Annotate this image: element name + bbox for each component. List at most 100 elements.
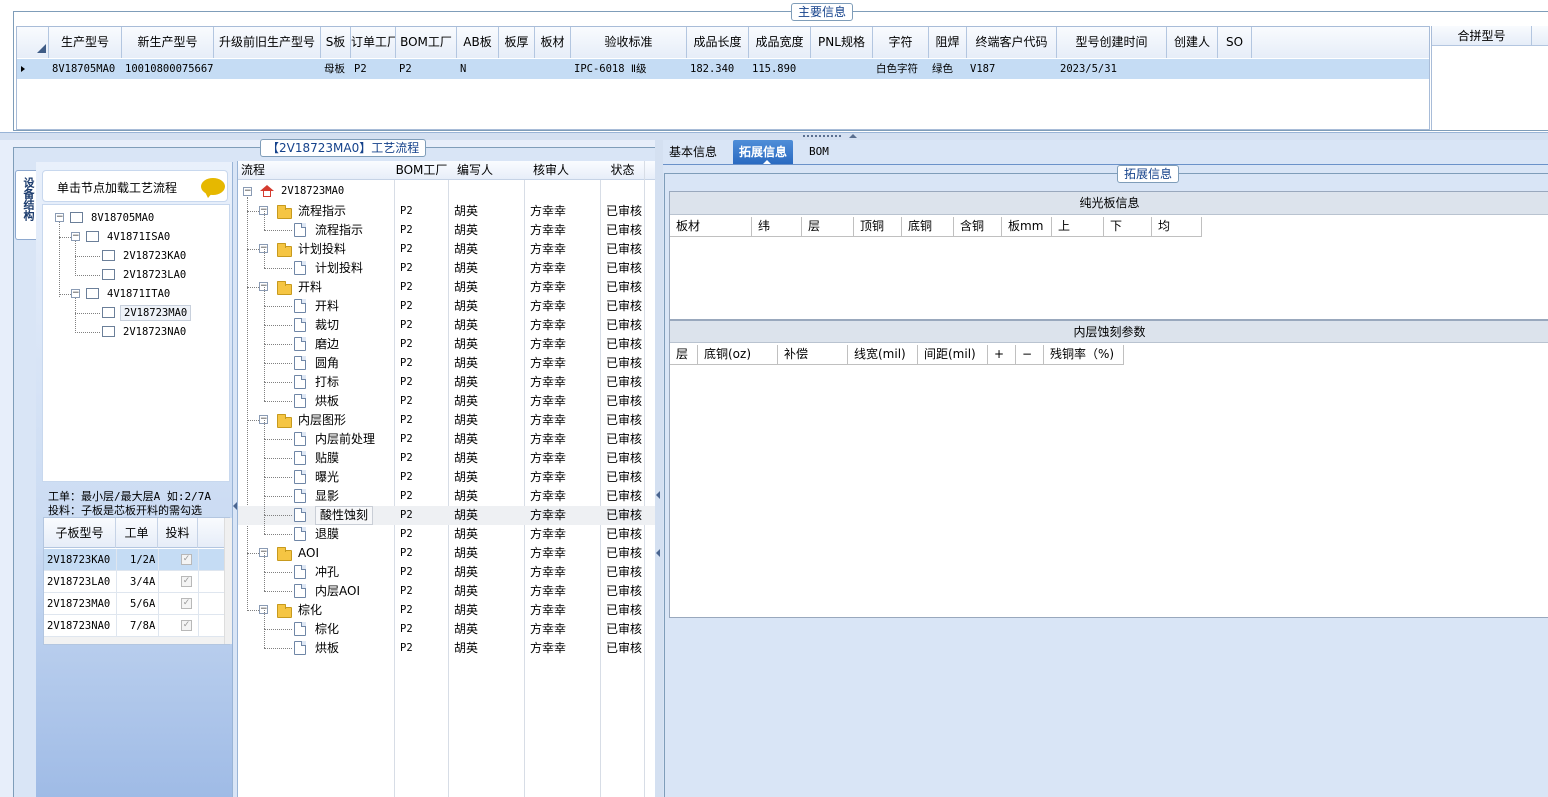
- flow-step-name[interactable]: 内层图形: [298, 411, 346, 430]
- sub-board-model[interactable]: 2V18723NA0: [47, 615, 110, 637]
- flow-step-name[interactable]: 流程指示: [315, 221, 363, 240]
- column-header[interactable]: 订单工厂: [351, 27, 396, 58]
- status[interactable]: 已审核: [606, 506, 642, 525]
- bom-factory[interactable]: P2: [400, 487, 413, 506]
- flow-row[interactable]: 棕化 P2 胡英 方幸幸 已审核: [238, 610, 658, 639]
- flow-row[interactable]: 圆角 P2 胡英 方幸幸 已审核: [238, 344, 658, 373]
- flow-row[interactable]: 退膜 P2 胡英 方幸幸 已审核: [238, 515, 658, 544]
- column-header[interactable]: +: [988, 345, 1016, 365]
- writer[interactable]: 胡英: [454, 259, 478, 278]
- table-cell[interactable]: V187: [967, 59, 1057, 79]
- writer[interactable]: 胡英: [454, 544, 478, 563]
- column-header[interactable]: 成品长度: [687, 27, 749, 58]
- column-header[interactable]: 型号创建时间: [1057, 27, 1167, 58]
- sub-column-header[interactable]: 子板型号: [44, 518, 116, 548]
- tab-basic-info[interactable]: 基本信息: [663, 140, 723, 164]
- flow-step-name[interactable]: 圆角: [315, 354, 339, 373]
- sub-column-header[interactable]: 投料: [158, 518, 198, 548]
- table-cell[interactable]: 母板: [321, 59, 351, 79]
- column-header[interactable]: 生产型号: [49, 27, 122, 58]
- column-header[interactable]: SO: [1218, 27, 1252, 58]
- writer[interactable]: 胡英: [454, 240, 478, 259]
- bom-factory[interactable]: P2: [400, 297, 413, 316]
- flow-row[interactable]: 磨边 P2 胡英 方幸幸 已审核: [238, 325, 658, 354]
- sub-column-header[interactable]: 工单: [116, 518, 158, 548]
- flow-step-name[interactable]: 打标: [315, 373, 339, 392]
- writer[interactable]: 胡英: [454, 202, 478, 221]
- column-header[interactable]: 残铜率（%): [1044, 345, 1124, 365]
- reviewer[interactable]: 方幸幸: [530, 468, 566, 487]
- table-cell[interactable]: 115.890: [749, 59, 811, 79]
- flow-step-name[interactable]: 裁切: [315, 316, 339, 335]
- column-header[interactable]: 新生产型号: [122, 27, 214, 58]
- collapse-icon[interactable]: −: [243, 187, 252, 196]
- writer[interactable]: 胡英: [454, 354, 478, 373]
- bom-factory[interactable]: P2: [400, 411, 413, 430]
- writer[interactable]: 胡英: [454, 563, 478, 582]
- tree-node-4v1871isa0[interactable]: 4V1871ISA0: [107, 231, 170, 243]
- reviewer[interactable]: 方幸幸: [530, 221, 566, 240]
- column-header[interactable]: 线宽(mil): [848, 345, 918, 365]
- sub-board-order[interactable]: 7/8A: [130, 615, 155, 637]
- sub-board-model[interactable]: 2V18723MA0: [47, 593, 110, 615]
- sub-board-row[interactable]: 2V18723NA0 7/8A ✓: [44, 615, 229, 637]
- status[interactable]: 已审核: [606, 544, 642, 563]
- bom-factory[interactable]: P2: [400, 430, 413, 449]
- status[interactable]: 已审核: [606, 278, 642, 297]
- tree-node-root[interactable]: 8V18705MA0: [91, 212, 154, 224]
- writer[interactable]: 胡英: [454, 506, 478, 525]
- table-cell[interactable]: P2: [396, 59, 457, 79]
- writer[interactable]: 胡英: [454, 449, 478, 468]
- collapse-icon[interactable]: −: [71, 289, 80, 298]
- table-cell[interactable]: [499, 59, 535, 79]
- column-header[interactable]: 验收标准: [571, 27, 687, 58]
- tab-bom[interactable]: BOM: [803, 140, 835, 164]
- column-header[interactable]: 底铜(oz): [698, 345, 778, 365]
- bom-factory[interactable]: P2: [400, 202, 413, 221]
- flow-step-name[interactable]: 计划投料: [298, 240, 346, 259]
- tree-node-2v18723na0[interactable]: 2V18723NA0: [123, 326, 186, 338]
- flow-row[interactable]: 烘板 P2 胡英 方幸幸 已审核: [238, 629, 658, 658]
- column-header[interactable]: AB板: [457, 27, 499, 58]
- sub-board-row[interactable]: 2V18723MA0 5/6A ✓: [44, 593, 229, 615]
- writer[interactable]: 胡英: [454, 601, 478, 620]
- status[interactable]: 已审核: [606, 392, 642, 411]
- flow-step-name[interactable]: 磨边: [315, 335, 339, 354]
- writer[interactable]: 胡英: [454, 316, 478, 335]
- reviewer[interactable]: 方幸幸: [530, 373, 566, 392]
- writer[interactable]: 胡英: [454, 373, 478, 392]
- table-cell[interactable]: [811, 59, 873, 79]
- bom-factory[interactable]: P2: [400, 449, 413, 468]
- flow-row[interactable]: 内层前处理 P2 胡英 方幸幸 已审核: [238, 420, 658, 449]
- column-header[interactable]: S板: [321, 27, 351, 58]
- status[interactable]: 已审核: [606, 354, 642, 373]
- column-header[interactable]: PNL规格: [811, 27, 873, 58]
- bom-factory[interactable]: P2: [400, 354, 413, 373]
- feed-checkbox[interactable]: ✓: [181, 598, 192, 609]
- flow-step-name[interactable]: 曝光: [315, 468, 339, 487]
- flow-row[interactable]: 流程指示 P2 胡英 方幸幸 已审核: [238, 211, 658, 240]
- flow-step-name[interactable]: 开料: [315, 297, 339, 316]
- status[interactable]: 已审核: [606, 639, 642, 658]
- flow-step-name[interactable]: 内层AOI: [315, 582, 360, 601]
- flow-row[interactable]: − 开料 P2 胡英 方幸幸 已审核: [238, 278, 658, 297]
- bom-factory[interactable]: P2: [400, 601, 413, 620]
- flow-row[interactable]: 贴膜 P2 胡英 方幸幸 已审核: [238, 439, 658, 468]
- reviewer[interactable]: 方幸幸: [530, 639, 566, 658]
- column-header[interactable]: 间距(mil): [918, 345, 988, 365]
- reviewer[interactable]: 方幸幸: [530, 601, 566, 620]
- status[interactable]: 已审核: [606, 582, 642, 601]
- reviewer[interactable]: 方幸幸: [530, 449, 566, 468]
- reviewer[interactable]: 方幸幸: [530, 316, 566, 335]
- tree-node-2v18723ka0[interactable]: 2V18723KA0: [123, 250, 186, 262]
- flow-row[interactable]: 显影 P2 胡英 方幸幸 已审核: [238, 477, 658, 506]
- flow-row[interactable]: − 棕化 P2 胡英 方幸幸 已审核: [238, 601, 658, 620]
- reviewer[interactable]: 方幸幸: [530, 392, 566, 411]
- table-cell[interactable]: [1167, 59, 1218, 79]
- column-header[interactable]: 板材: [535, 27, 571, 58]
- table-cell[interactable]: 10010800075667: [122, 59, 214, 79]
- reviewer[interactable]: 方幸幸: [530, 506, 566, 525]
- mid-splitter[interactable]: [655, 140, 663, 797]
- column-header[interactable]: 层: [670, 345, 698, 365]
- flow-row[interactable]: 计划投料 P2 胡英 方幸幸 已审核: [238, 249, 658, 278]
